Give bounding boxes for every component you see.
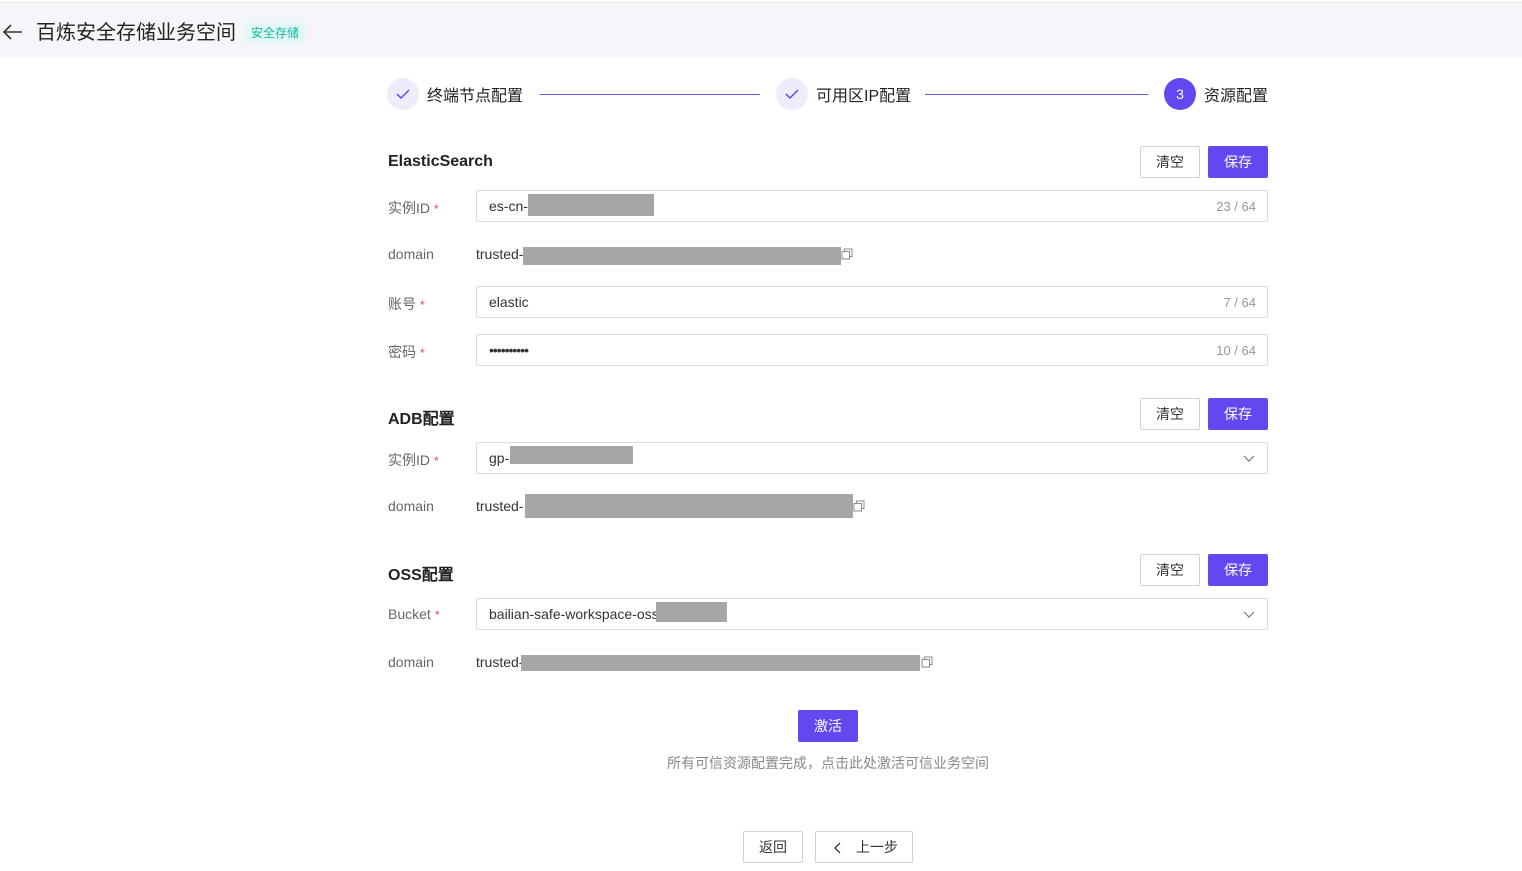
redacted-block xyxy=(525,494,853,518)
adb-save-button[interactable]: 保存 xyxy=(1208,398,1268,430)
storage-tag: 安全存储 xyxy=(245,23,306,43)
elasticsearch-clear-button[interactable]: 清空 xyxy=(1140,146,1200,178)
oss-section-title: OSS配置 xyxy=(388,567,454,584)
es-password-input[interactable]: •••••••••• 10 / 64 xyxy=(476,334,1268,366)
es-instance-label: 实例ID * xyxy=(388,200,439,216)
check-icon xyxy=(387,78,419,110)
step-connector xyxy=(925,94,1148,95)
step-label: 可用区IP配置 xyxy=(816,88,912,105)
step-connector xyxy=(540,94,760,95)
es-password-label: 密码 * xyxy=(388,344,425,360)
chevron-down-icon xyxy=(1243,611,1255,618)
page-header: 百炼安全存储业务空间 安全存储 xyxy=(0,2,1522,58)
oss-clear-button[interactable]: 清空 xyxy=(1140,554,1200,586)
adb-instance-select[interactable]: gp- xyxy=(476,442,1268,474)
redacted-block xyxy=(510,446,633,464)
oss-bucket-select[interactable]: bailian-safe-workspace-oss xyxy=(476,598,1268,630)
char-counter: 7 / 64 xyxy=(1223,295,1256,310)
char-counter: 23 / 64 xyxy=(1216,199,1256,214)
es-instance-value: es-cn- xyxy=(489,198,528,214)
prev-step-button[interactable]: 上一步 xyxy=(815,831,913,863)
arrow-left-icon[interactable] xyxy=(2,23,24,41)
oss-domain-label: domain xyxy=(388,654,434,670)
es-instance-input[interactable]: es-cn- 23 / 64 xyxy=(476,190,1268,222)
oss-domain-value: trusted- xyxy=(476,654,524,670)
elasticsearch-section-title: ElasticSearch xyxy=(388,153,493,170)
step-endpoint-config[interactable]: 终端节点配置 xyxy=(387,78,523,110)
copy-icon[interactable] xyxy=(841,248,853,260)
copy-icon[interactable] xyxy=(921,656,933,668)
redacted-block xyxy=(528,194,654,216)
step-label: 终端节点配置 xyxy=(427,88,524,105)
chevron-left-icon xyxy=(834,842,841,854)
chevron-down-icon xyxy=(1243,455,1255,462)
es-account-value: elastic xyxy=(489,294,529,310)
check-icon xyxy=(776,78,808,110)
prev-step-label: 上一步 xyxy=(856,839,898,855)
step-label: 资源配置 xyxy=(1204,88,1269,105)
es-account-label: 账号 * xyxy=(388,296,425,312)
es-password-value: •••••••••• xyxy=(489,342,529,358)
es-account-input[interactable]: elastic 7 / 64 xyxy=(476,286,1268,318)
back-button[interactable]: 返回 xyxy=(743,831,803,863)
adb-instance-label: 实例ID * xyxy=(388,452,439,468)
page-title: 百炼安全存储业务空间 xyxy=(36,22,236,44)
step-number: 3 xyxy=(1164,78,1196,110)
oss-save-button[interactable]: 保存 xyxy=(1208,554,1268,586)
activate-button[interactable]: 激活 xyxy=(798,710,858,742)
adb-domain-value: trusted- xyxy=(476,498,524,514)
redacted-block xyxy=(523,247,841,265)
oss-bucket-label: Bucket * xyxy=(388,606,440,622)
adb-section-title: ADB配置 xyxy=(388,411,455,428)
activate-hint: 所有可信资源配置完成，点击此处激活可信业务空间 xyxy=(667,755,989,771)
adb-domain-label: domain xyxy=(388,498,434,514)
redacted-block xyxy=(656,602,727,622)
es-domain-value: trusted- xyxy=(476,246,524,262)
oss-bucket-value: bailian-safe-workspace-oss xyxy=(489,606,659,622)
adb-clear-button[interactable]: 清空 xyxy=(1140,398,1200,430)
char-counter: 10 / 64 xyxy=(1216,343,1256,358)
copy-icon[interactable] xyxy=(853,500,865,512)
step-resource-config[interactable]: 3 资源配置 xyxy=(1164,78,1268,110)
redacted-block xyxy=(521,655,920,671)
elasticsearch-save-button[interactable]: 保存 xyxy=(1208,146,1268,178)
es-domain-label: domain xyxy=(388,246,434,262)
step-zone-ip-config[interactable]: 可用区IP配置 xyxy=(776,78,911,110)
adb-instance-value: gp- xyxy=(489,450,510,466)
